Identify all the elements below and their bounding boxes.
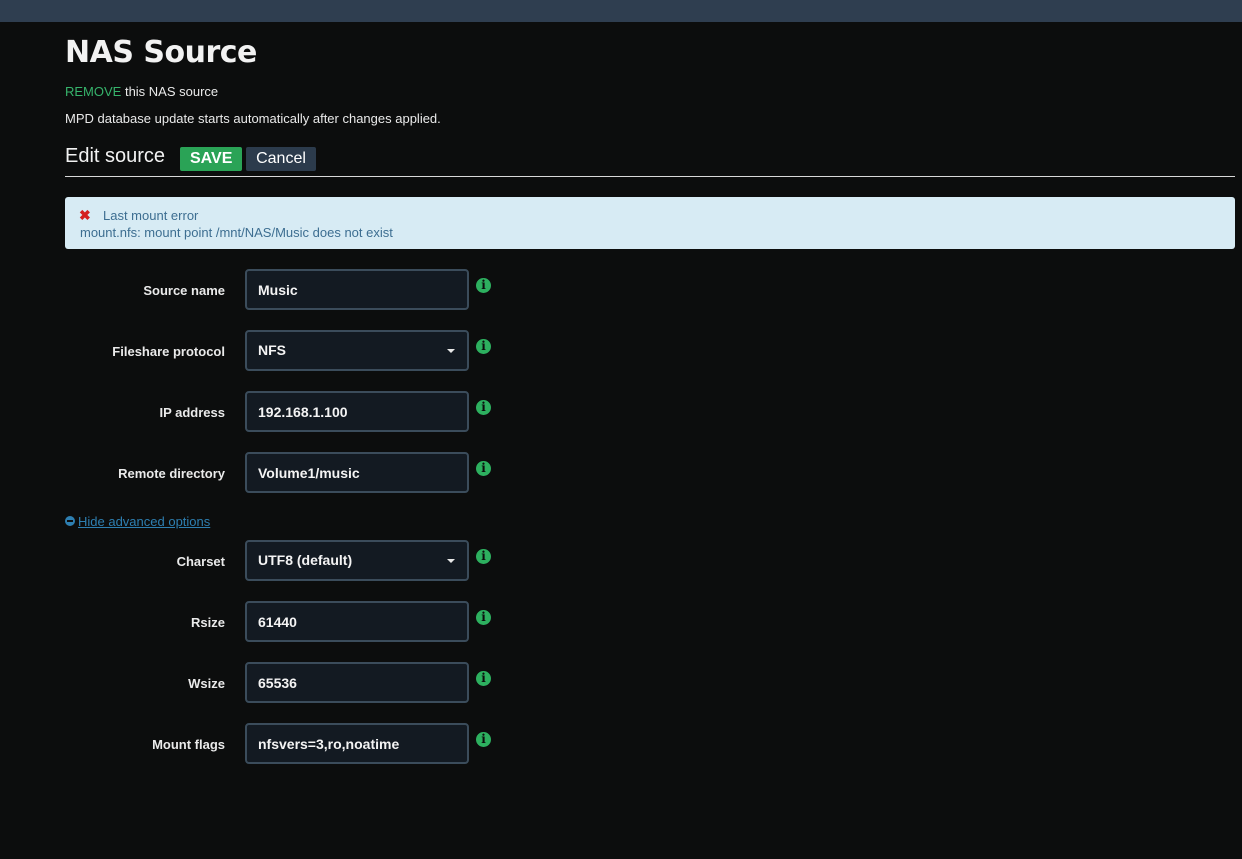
info-icon[interactable]: i — [476, 549, 491, 564]
alert-title: Last mount error — [103, 208, 199, 223]
info-icon[interactable]: i — [476, 732, 491, 747]
top-navbar — [0, 0, 1242, 22]
remote-directory-label: Remote directory — [118, 466, 225, 481]
wsize-input[interactable] — [245, 662, 469, 703]
advanced-toggle-label: Hide advanced options — [78, 514, 211, 529]
remote-directory-row: Remote directory i — [65, 452, 565, 494]
db-update-info: MPD database update starts automatically… — [65, 111, 441, 126]
charset-row: Charset UTF8 (default) i — [65, 540, 565, 582]
protocol-row: Fileshare protocol NFS i — [65, 330, 565, 372]
charset-select[interactable]: UTF8 (default) — [245, 540, 469, 581]
ip-address-row: IP address i — [65, 391, 565, 433]
protocol-label: Fileshare protocol — [112, 344, 225, 359]
remove-line-text: this NAS source — [121, 84, 219, 99]
cancel-button[interactable]: Cancel — [246, 147, 316, 171]
close-icon: ✖ — [79, 207, 91, 223]
info-icon[interactable]: i — [476, 671, 491, 686]
info-icon[interactable]: i — [476, 400, 491, 415]
rsize-input[interactable] — [245, 601, 469, 642]
caret-down-icon — [447, 349, 455, 353]
mount-flags-label: Mount flags — [152, 737, 225, 752]
page-title: NAS Source — [65, 35, 257, 70]
info-icon[interactable]: i — [476, 610, 491, 625]
wsize-row: Wsize i — [65, 662, 565, 704]
source-name-input[interactable] — [245, 269, 469, 310]
remote-directory-input[interactable] — [245, 452, 469, 493]
save-button[interactable]: SAVE — [180, 147, 242, 171]
charset-select-value: UTF8 (default) — [258, 552, 353, 568]
info-icon[interactable]: i — [476, 339, 491, 354]
charset-label: Charset — [176, 554, 225, 569]
caret-down-icon — [447, 559, 455, 563]
divider — [65, 176, 1235, 177]
ip-address-label: IP address — [159, 405, 225, 420]
mount-flags-row: Mount flags i — [65, 723, 565, 765]
protocol-select-value: NFS — [258, 342, 286, 358]
info-icon[interactable]: i — [476, 278, 491, 293]
mount-flags-input[interactable] — [245, 723, 469, 764]
wsize-label: Wsize — [188, 676, 225, 691]
source-name-label: Source name — [143, 283, 225, 298]
remove-line: REMOVE this NAS source — [65, 84, 218, 99]
info-icon[interactable]: i — [476, 461, 491, 476]
ip-address-input[interactable] — [245, 391, 469, 432]
source-name-row: Source name i — [65, 269, 565, 311]
edit-source-heading: Edit source — [65, 145, 166, 167]
mount-error-alert: ✖ Last mount error mount.nfs: mount poin… — [65, 197, 1235, 249]
rsize-row: Rsize i — [65, 601, 565, 643]
minus-circle-icon — [65, 516, 75, 526]
hide-advanced-options-link[interactable]: Hide advanced options — [65, 514, 210, 529]
remove-source-link[interactable]: REMOVE — [65, 84, 121, 99]
alert-message: mount.nfs: mount point /mnt/NAS/Music do… — [80, 225, 393, 240]
protocol-select[interactable]: NFS — [245, 330, 469, 371]
rsize-label: Rsize — [191, 615, 225, 630]
